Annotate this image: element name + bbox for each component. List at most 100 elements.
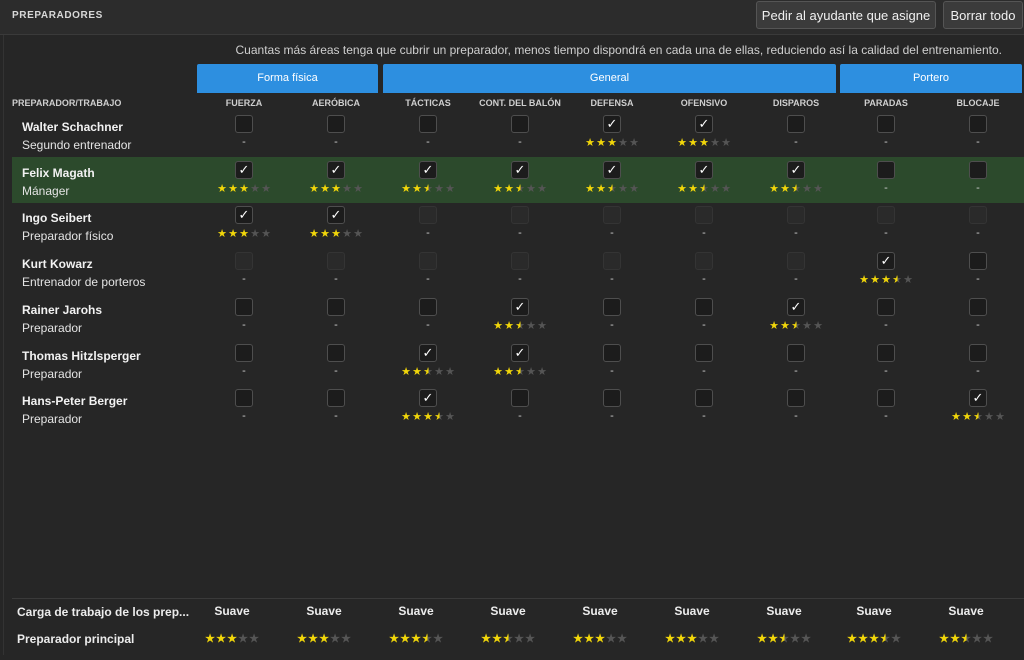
training-checkbox[interactable] (511, 389, 529, 407)
main-coach-rating: ★★★★★ (828, 632, 920, 645)
training-checkbox[interactable] (787, 389, 805, 407)
training-checkbox[interactable]: ✓ (511, 344, 529, 362)
training-checkbox[interactable] (235, 389, 253, 407)
training-checkbox[interactable]: ✓ (969, 389, 987, 407)
rating-stars: ★★★★★ (840, 273, 932, 286)
training-checkbox[interactable]: ✓ (603, 115, 621, 133)
training-checkbox[interactable] (695, 344, 713, 362)
training-checkbox[interactable] (235, 344, 253, 362)
training-checkbox[interactable] (603, 344, 621, 362)
rating-stars: ★★★★★ (658, 182, 750, 195)
star-icon: ★ (687, 633, 697, 645)
rating-empty: - (976, 365, 980, 377)
training-checkbox[interactable]: ✓ (419, 161, 437, 179)
coach-name[interactable]: Rainer Jarohs (22, 303, 102, 317)
training-checkbox[interactable] (511, 115, 529, 133)
training-checkbox[interactable] (419, 298, 437, 316)
training-checkbox[interactable] (969, 298, 987, 316)
training-checkbox[interactable]: ✓ (695, 161, 713, 179)
training-checkbox[interactable] (877, 389, 895, 407)
training-checkbox[interactable]: ✓ (419, 344, 437, 362)
coach-name[interactable]: Hans-Peter Berger (22, 394, 127, 408)
rating-empty: - (518, 227, 522, 239)
group-header-forma-fisica: Forma física (197, 64, 378, 93)
main-coach-rating: ★★★★★ (278, 632, 370, 645)
training-checkbox[interactable] (969, 161, 987, 179)
training-checkbox[interactable] (969, 344, 987, 362)
training-checkbox[interactable]: ✓ (787, 298, 805, 316)
training-checkbox[interactable] (235, 298, 253, 316)
assign-button[interactable]: Pedir al ayudante que asigne (756, 1, 936, 29)
training-cell: ✓ ★★★★★ (658, 157, 750, 203)
training-checkbox[interactable]: ✓ (511, 161, 529, 179)
training-checkbox[interactable] (877, 344, 895, 362)
column-header: AERÓBICA (311, 98, 360, 108)
training-checkbox[interactable] (877, 115, 895, 133)
rating-empty: - (334, 319, 338, 331)
rating-empty: - (334, 410, 338, 422)
training-cell: - (840, 202, 932, 248)
workload-value: Suave (856, 604, 892, 618)
coach-name[interactable]: Thomas Hitzlsperger (22, 349, 141, 363)
training-checkbox[interactable]: ✓ (511, 298, 529, 316)
training-checkbox[interactable] (877, 298, 895, 316)
training-cell: - (290, 294, 382, 340)
training-checkbox[interactable] (327, 115, 345, 133)
training-checkbox[interactable] (787, 115, 805, 133)
training-checkbox[interactable] (603, 298, 621, 316)
star-icon: ★ (995, 411, 1005, 423)
training-checkbox[interactable]: ✓ (787, 161, 805, 179)
workload-value: Suave (490, 604, 526, 618)
star-icon: ★ (779, 633, 789, 645)
star-icon: ★ (699, 183, 709, 195)
training-checkbox[interactable]: ✓ (235, 161, 253, 179)
check-icon: ✓ (238, 207, 250, 222)
rating-empty: - (242, 136, 246, 148)
training-checkbox[interactable] (603, 389, 621, 407)
training-cell: ✓ ★★★★★ (840, 248, 932, 294)
star-icon: ★ (688, 183, 698, 195)
star-icon: ★ (939, 633, 949, 645)
clear-all-button[interactable]: Borrar todo (943, 1, 1023, 29)
training-checkbox[interactable]: ✓ (419, 389, 437, 407)
star-icon: ★ (515, 366, 525, 378)
star-icon: ★ (596, 137, 606, 149)
training-checkbox[interactable] (969, 252, 987, 270)
training-checkbox[interactable] (695, 298, 713, 316)
check-icon: ✓ (330, 162, 342, 177)
rating-stars: ★★★★★ (382, 182, 474, 195)
training-checkbox[interactable]: ✓ (327, 206, 345, 224)
training-checkbox[interactable] (877, 161, 895, 179)
coach-name[interactable]: Walter Schachner (22, 120, 123, 134)
star-icon: ★ (504, 320, 514, 332)
training-checkbox[interactable]: ✓ (235, 206, 253, 224)
training-checkbox[interactable] (419, 115, 437, 133)
training-checkbox[interactable] (695, 389, 713, 407)
training-cell: - (382, 248, 474, 294)
training-checkbox[interactable] (327, 344, 345, 362)
training-checkbox[interactable] (787, 344, 805, 362)
check-icon: ✓ (422, 345, 434, 360)
star-icon: ★ (607, 137, 617, 149)
star-icon: ★ (721, 183, 731, 195)
coach-name[interactable]: Ingo Seibert (22, 211, 91, 225)
star-icon: ★ (573, 633, 583, 645)
training-checkbox[interactable]: ✓ (877, 252, 895, 270)
coach-name[interactable]: Felix Magath (22, 166, 95, 180)
training-checkbox (877, 206, 895, 224)
coach-name[interactable]: Kurt Kowarz (22, 257, 93, 271)
star-icon: ★ (585, 183, 595, 195)
rating-empty: - (702, 410, 706, 422)
group-header-portero: Portero (840, 64, 1022, 93)
column-header: DEFENSA (590, 98, 634, 108)
training-checkbox[interactable] (235, 115, 253, 133)
training-checkbox[interactable] (327, 389, 345, 407)
training-checkbox (327, 252, 345, 270)
training-checkbox[interactable] (327, 298, 345, 316)
training-cell: - (198, 385, 290, 431)
star-icon: ★ (780, 183, 790, 195)
training-checkbox[interactable]: ✓ (603, 161, 621, 179)
training-checkbox[interactable] (969, 115, 987, 133)
training-checkbox[interactable]: ✓ (695, 115, 713, 133)
training-checkbox[interactable]: ✓ (327, 161, 345, 179)
